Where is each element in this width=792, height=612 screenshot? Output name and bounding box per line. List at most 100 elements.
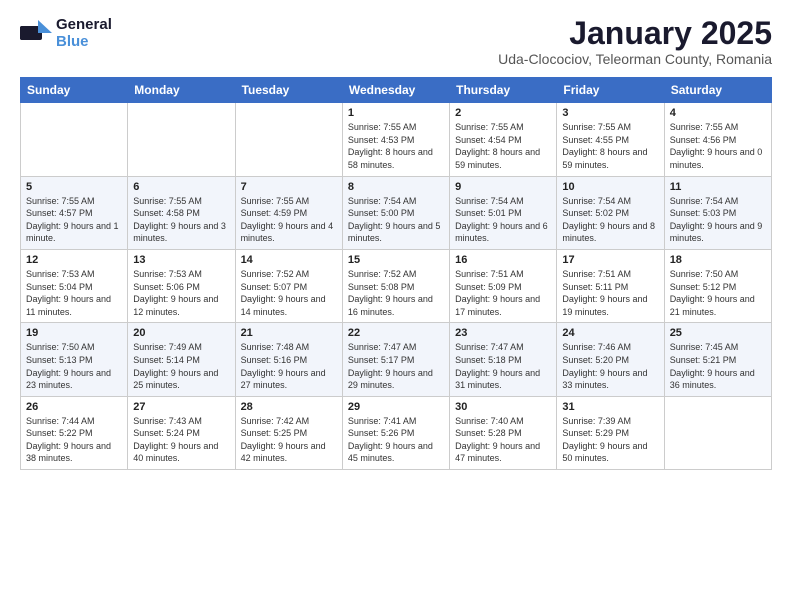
- day-info: Sunrise: 7:50 AM Sunset: 5:12 PM Dayligh…: [670, 268, 766, 318]
- day-number: 7: [241, 181, 337, 193]
- day-cell: 31 Sunrise: 7:39 AM Sunset: 5:29 PM Dayli…: [557, 396, 664, 469]
- day-cell: [128, 103, 235, 176]
- day-info: Sunrise: 7:55 AM Sunset: 4:59 PM Dayligh…: [241, 195, 337, 245]
- day-cell: [235, 103, 342, 176]
- day-info: Sunrise: 7:55 AM Sunset: 4:58 PM Dayligh…: [133, 195, 229, 245]
- logo-blue-text: Blue: [56, 33, 112, 50]
- day-cell: 1 Sunrise: 7:55 AM Sunset: 4:53 PM Daylig…: [342, 103, 449, 176]
- week-row-3: 12Sunrise: 7:53 AM Sunset: 5:04 PM Dayli…: [21, 249, 772, 322]
- day-cell: 22 Sunrise: 7:47 AM Sunset: 5:17 PM Dayli…: [342, 323, 449, 396]
- day-number: 8: [348, 181, 444, 193]
- day-cell: 29 Sunrise: 7:41 AM Sunset: 5:26 PM Dayli…: [342, 396, 449, 469]
- week-row-1: 1 Sunrise: 7:55 AM Sunset: 4:53 PM Daylig…: [21, 103, 772, 176]
- day-info: Sunrise: 7:40 AM Sunset: 5:28 PM Dayligh…: [455, 415, 551, 465]
- day-cell: 23Sunrise: 7:47 AM Sunset: 5:18 PM Dayli…: [450, 323, 557, 396]
- weekday-header-friday: Friday: [557, 78, 664, 103]
- day-cell: 9Sunrise: 7:54 AM Sunset: 5:01 PM Daylig…: [450, 176, 557, 249]
- day-info: Sunrise: 7:47 AM Sunset: 5:17 PM Dayligh…: [348, 341, 444, 391]
- day-cell: 14 Sunrise: 7:52 AM Sunset: 5:07 PM Dayli…: [235, 249, 342, 322]
- day-info: Sunrise: 7:41 AM Sunset: 5:26 PM Dayligh…: [348, 415, 444, 465]
- day-info: Sunrise: 7:51 AM Sunset: 5:09 PM Dayligh…: [455, 268, 551, 318]
- day-number: 18: [670, 254, 766, 266]
- day-number: 10: [562, 181, 658, 193]
- page: General Blue January 2025 Uda-Clocociov,…: [0, 0, 792, 486]
- day-info: Sunrise: 7:54 AM Sunset: 5:02 PM Dayligh…: [562, 195, 658, 245]
- logo: General Blue: [20, 16, 112, 50]
- logo-icon: [20, 20, 52, 46]
- day-info: Sunrise: 7:42 AM Sunset: 5:25 PM Dayligh…: [241, 415, 337, 465]
- day-cell: 8 Sunrise: 7:54 AM Sunset: 5:00 PM Daylig…: [342, 176, 449, 249]
- day-cell: 7 Sunrise: 7:55 AM Sunset: 4:59 PM Daylig…: [235, 176, 342, 249]
- location: Uda-Clocociov, Teleorman County, Romania: [498, 51, 772, 67]
- day-number: 26: [26, 401, 122, 413]
- day-number: 2: [455, 107, 551, 119]
- day-cell: 15Sunrise: 7:52 AM Sunset: 5:08 PM Dayli…: [342, 249, 449, 322]
- day-number: 30: [455, 401, 551, 413]
- day-cell: 27Sunrise: 7:43 AM Sunset: 5:24 PM Dayli…: [128, 396, 235, 469]
- weekday-header-monday: Monday: [128, 78, 235, 103]
- day-cell: 6 Sunrise: 7:55 AM Sunset: 4:58 PM Daylig…: [128, 176, 235, 249]
- day-number: 27: [133, 401, 229, 413]
- day-cell: 24Sunrise: 7:46 AM Sunset: 5:20 PM Dayli…: [557, 323, 664, 396]
- day-info: Sunrise: 7:39 AM Sunset: 5:29 PM Dayligh…: [562, 415, 658, 465]
- title-block: January 2025 Uda-Clocociov, Teleorman Co…: [498, 16, 772, 67]
- logo-general-text: General: [56, 16, 112, 33]
- day-info: Sunrise: 7:47 AM Sunset: 5:18 PM Dayligh…: [455, 341, 551, 391]
- weekday-header-saturday: Saturday: [664, 78, 771, 103]
- weekday-header-wednesday: Wednesday: [342, 78, 449, 103]
- day-number: 22: [348, 327, 444, 339]
- day-cell: 18 Sunrise: 7:50 AM Sunset: 5:12 PM Dayli…: [664, 249, 771, 322]
- day-info: Sunrise: 7:45 AM Sunset: 5:21 PM Dayligh…: [670, 341, 766, 391]
- day-info: Sunrise: 7:51 AM Sunset: 5:11 PM Dayligh…: [562, 268, 658, 318]
- day-cell: 17Sunrise: 7:51 AM Sunset: 5:11 PM Dayli…: [557, 249, 664, 322]
- weekday-header-row: SundayMondayTuesdayWednesdayThursdayFrid…: [21, 78, 772, 103]
- day-info: Sunrise: 7:54 AM Sunset: 5:03 PM Dayligh…: [670, 195, 766, 245]
- day-cell: [21, 103, 128, 176]
- day-info: Sunrise: 7:55 AM Sunset: 4:53 PM Dayligh…: [348, 121, 444, 171]
- day-cell: 13Sunrise: 7:53 AM Sunset: 5:06 PM Dayli…: [128, 249, 235, 322]
- weekday-header-tuesday: Tuesday: [235, 78, 342, 103]
- month-title: January 2025: [498, 16, 772, 51]
- day-cell: 19 Sunrise: 7:50 AM Sunset: 5:13 PM Dayli…: [21, 323, 128, 396]
- day-number: 14: [241, 254, 337, 266]
- day-info: Sunrise: 7:49 AM Sunset: 5:14 PM Dayligh…: [133, 341, 229, 391]
- day-cell: 10 Sunrise: 7:54 AM Sunset: 5:02 PM Dayli…: [557, 176, 664, 249]
- day-cell: 2 Sunrise: 7:55 AM Sunset: 4:54 PM Daylig…: [450, 103, 557, 176]
- day-number: 21: [241, 327, 337, 339]
- day-number: 29: [348, 401, 444, 413]
- day-cell: 16 Sunrise: 7:51 AM Sunset: 5:09 PM Dayli…: [450, 249, 557, 322]
- weekday-header-thursday: Thursday: [450, 78, 557, 103]
- day-cell: 11Sunrise: 7:54 AM Sunset: 5:03 PM Dayli…: [664, 176, 771, 249]
- day-info: Sunrise: 7:55 AM Sunset: 4:54 PM Dayligh…: [455, 121, 551, 171]
- day-number: 12: [26, 254, 122, 266]
- day-number: 19: [26, 327, 122, 339]
- day-info: Sunrise: 7:44 AM Sunset: 5:22 PM Dayligh…: [26, 415, 122, 465]
- day-cell: 21 Sunrise: 7:48 AM Sunset: 5:16 PM Dayli…: [235, 323, 342, 396]
- day-info: Sunrise: 7:55 AM Sunset: 4:55 PM Dayligh…: [562, 121, 658, 171]
- day-number: 5: [26, 181, 122, 193]
- day-number: 3: [562, 107, 658, 119]
- day-info: Sunrise: 7:53 AM Sunset: 5:06 PM Dayligh…: [133, 268, 229, 318]
- week-row-4: 19 Sunrise: 7:50 AM Sunset: 5:13 PM Dayli…: [21, 323, 772, 396]
- day-info: Sunrise: 7:50 AM Sunset: 5:13 PM Dayligh…: [26, 341, 122, 391]
- day-number: 25: [670, 327, 766, 339]
- day-info: Sunrise: 7:54 AM Sunset: 5:01 PM Dayligh…: [455, 195, 551, 245]
- day-number: 1: [348, 107, 444, 119]
- day-info: Sunrise: 7:48 AM Sunset: 5:16 PM Dayligh…: [241, 341, 337, 391]
- day-number: 6: [133, 181, 229, 193]
- day-number: 31: [562, 401, 658, 413]
- day-cell: 28 Sunrise: 7:42 AM Sunset: 5:25 PM Dayli…: [235, 396, 342, 469]
- weekday-header-sunday: Sunday: [21, 78, 128, 103]
- header: General Blue January 2025 Uda-Clocociov,…: [20, 16, 772, 67]
- day-cell: 25 Sunrise: 7:45 AM Sunset: 5:21 PM Dayli…: [664, 323, 771, 396]
- day-cell: 12Sunrise: 7:53 AM Sunset: 5:04 PM Dayli…: [21, 249, 128, 322]
- day-number: 15: [348, 254, 444, 266]
- day-info: Sunrise: 7:52 AM Sunset: 5:07 PM Dayligh…: [241, 268, 337, 318]
- day-number: 28: [241, 401, 337, 413]
- day-info: Sunrise: 7:54 AM Sunset: 5:00 PM Dayligh…: [348, 195, 444, 245]
- day-number: 4: [670, 107, 766, 119]
- day-cell: 5Sunrise: 7:55 AM Sunset: 4:57 PM Daylig…: [21, 176, 128, 249]
- week-row-5: 26 Sunrise: 7:44 AM Sunset: 5:22 PM Dayli…: [21, 396, 772, 469]
- day-cell: 26 Sunrise: 7:44 AM Sunset: 5:22 PM Dayli…: [21, 396, 128, 469]
- day-number: 16: [455, 254, 551, 266]
